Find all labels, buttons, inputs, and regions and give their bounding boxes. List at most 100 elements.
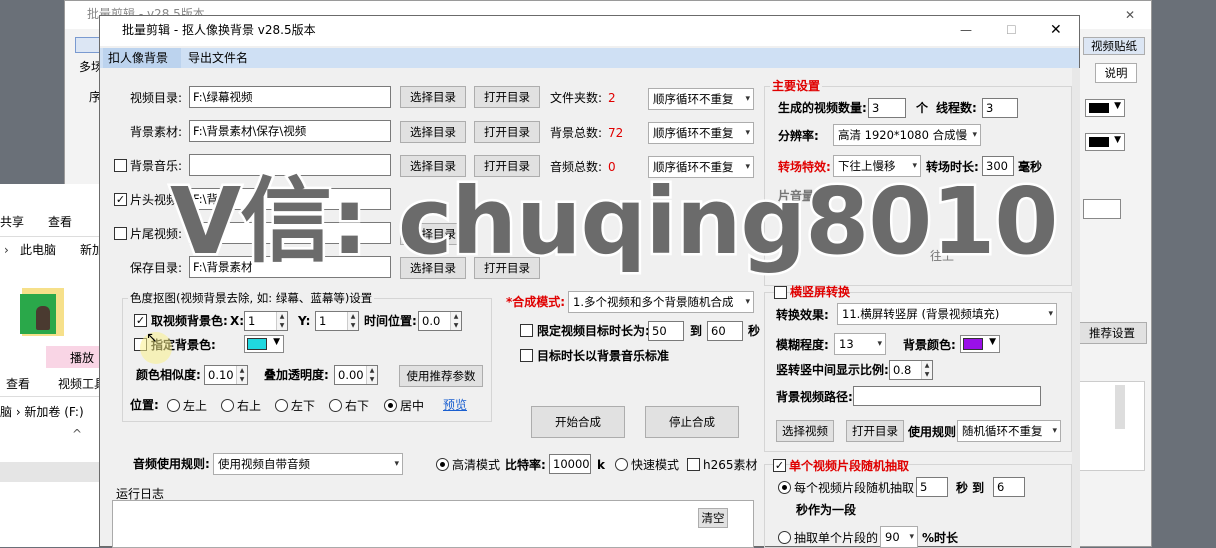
- threads-input[interactable]: 3: [982, 98, 1018, 118]
- breadcrumb2[interactable]: 脑 › 新加卷 (F:): [0, 404, 84, 420]
- single-segment-radio[interactable]: [778, 531, 791, 544]
- maximize-icon[interactable]: ☐: [1006, 22, 1017, 38]
- outro-video-checkbox[interactable]: [114, 227, 127, 240]
- blur-value: 13: [839, 337, 854, 351]
- compose-mode-select[interactable]: 1.多个视频和多个背景随机合成 ▾: [568, 291, 754, 313]
- close-icon[interactable]: ✕: [1050, 22, 1062, 38]
- bitrate-unit: k: [597, 458, 605, 472]
- open-dir-button[interactable]: 打开目录: [846, 420, 904, 442]
- bg-material-open-button[interactable]: 打开目录: [474, 121, 540, 143]
- pos-radio-top-right[interactable]: [221, 399, 234, 412]
- help-label: 说明: [1104, 66, 1128, 80]
- video-dir-choose-button[interactable]: 选择目录: [400, 86, 466, 108]
- spin-arrows-icon[interactable]: ▲ ▼: [366, 366, 377, 384]
- convert-effect-select[interactable]: 11.横屏转竖屏 (背景视频填充) ▾: [837, 303, 1057, 325]
- window-title: 批量剪辑 - 抠人像换背景 v28.5版本: [122, 23, 316, 37]
- audio-rule-select[interactable]: 使用视频自带音频 ▾: [213, 453, 403, 475]
- fixed-bg-color-picker[interactable]: ▼: [244, 335, 284, 353]
- bg-count-value: 72: [608, 126, 624, 140]
- tab-active[interactable]: 扣人像背景: [103, 48, 181, 68]
- clear-log-button[interactable]: 清空: [698, 508, 728, 528]
- ribbon2-view[interactable]: 查看: [6, 376, 30, 392]
- h265-checkbox[interactable]: [687, 458, 700, 471]
- bg-music-standard-checkbox[interactable]: [520, 349, 533, 362]
- limit-to-input[interactable]: 60: [707, 321, 743, 341]
- recommend-settings-button[interactable]: 推荐设置: [1077, 322, 1147, 344]
- intro-video-checkbox[interactable]: ✓: [114, 193, 127, 206]
- resolution-select[interactable]: 高清 1920*1080 合成慢 ▾: [833, 124, 981, 146]
- pos-bottom-left-label: 左下: [291, 399, 316, 413]
- back-input[interactable]: [1083, 199, 1121, 219]
- limit-duration-checkbox[interactable]: [520, 324, 533, 337]
- pos-radio-center[interactable]: [384, 399, 397, 412]
- use-rule-value: 随机循环不重复: [962, 424, 1043, 438]
- use-rule-select[interactable]: 随机循环不重复 ▾: [957, 420, 1061, 442]
- ribbon-play[interactable]: 播放: [70, 350, 94, 366]
- folder-thumbnail[interactable]: [20, 288, 64, 336]
- opacity-spinner[interactable]: 0.00 ▲ ▼: [334, 365, 378, 385]
- spin-arrows-icon[interactable]: ▲ ▼: [347, 312, 358, 330]
- back-list: [1075, 381, 1145, 471]
- log-area[interactable]: [112, 500, 754, 548]
- hd-mode-radio[interactable]: [436, 458, 449, 471]
- chevron-down-icon: ▾: [1052, 426, 1057, 436]
- video-order-select[interactable]: 顺序循环不重复 ▾: [648, 88, 754, 110]
- back-color-picker-2[interactable]: ▼: [1085, 133, 1125, 151]
- bitrate-input[interactable]: 10000: [549, 454, 591, 474]
- segment-checkbox[interactable]: ✓: [773, 459, 786, 472]
- spin-arrows-icon[interactable]: ▲ ▼: [921, 361, 932, 379]
- video-dir-open-button[interactable]: 打开目录: [474, 86, 540, 108]
- similarity-spinner[interactable]: 0.10 ▲ ▼: [204, 365, 248, 385]
- segment-from-input[interactable]: 5: [916, 477, 948, 497]
- pos-radio-bottom-right[interactable]: [329, 399, 342, 412]
- stop-compose-button[interactable]: 停止合成: [645, 406, 739, 438]
- percent-select[interactable]: 90 ▾: [880, 526, 918, 548]
- ribbon-view[interactable]: 查看: [48, 214, 72, 230]
- back-close-icon[interactable]: ✕: [1125, 7, 1135, 23]
- video-sticker-button[interactable]: 视频贴纸: [1083, 37, 1145, 55]
- take-bg-checkbox[interactable]: ✓: [134, 314, 147, 327]
- preview-link[interactable]: 预览: [443, 397, 467, 413]
- limit-from-input[interactable]: 50: [648, 321, 684, 341]
- bg-material-choose-button[interactable]: 选择目录: [400, 121, 466, 143]
- fast-mode-radio[interactable]: [615, 458, 628, 471]
- choose-video-button[interactable]: 选择视频: [776, 420, 834, 442]
- spin-arrows-icon[interactable]: ▲ ▼: [236, 366, 247, 384]
- take-bg-label: 取视频背景色:: [151, 314, 228, 328]
- y-spinner[interactable]: 1 ▲ ▼: [315, 311, 359, 331]
- main-settings-title: 主要设置: [770, 78, 823, 94]
- bg-video-path-input[interactable]: [853, 386, 1041, 406]
- segment-to-input[interactable]: 6: [993, 477, 1025, 497]
- ratio-spinner[interactable]: 0.8 ▲ ▼: [889, 360, 933, 380]
- spin-arrows-icon[interactable]: ▲ ▼: [450, 312, 461, 330]
- back-scrollbar[interactable]: [1115, 385, 1125, 429]
- gen-count-unit: 个: [916, 101, 929, 115]
- minimize-icon[interactable]: —: [960, 22, 972, 38]
- ribbon-share[interactable]: 共享: [0, 214, 24, 230]
- pos-radio-top-left[interactable]: [167, 399, 180, 412]
- back-color-picker-1[interactable]: ▼: [1085, 99, 1125, 117]
- chevron-down-icon: ▾: [877, 339, 882, 349]
- breadcrumb-pc[interactable]: 此电脑: [20, 242, 56, 258]
- bg-music-checkbox[interactable]: [114, 159, 127, 172]
- time-spinner[interactable]: 0.0 ▲ ▼: [418, 311, 462, 331]
- video-dir-input[interactable]: F:\绿幕视频: [189, 86, 391, 108]
- ratio-label: 竖转竖中间显示比例:: [776, 363, 889, 377]
- x-value: 1: [248, 314, 256, 328]
- blur-select[interactable]: 13 ▾: [834, 333, 886, 355]
- start-compose-button[interactable]: 开始合成: [531, 406, 625, 438]
- tab-export[interactable]: 导出文件名: [184, 48, 254, 68]
- gen-count-input[interactable]: 3: [868, 98, 906, 118]
- explorer-selected-row[interactable]: [0, 462, 100, 482]
- window-scrollbar[interactable]: [1072, 68, 1080, 548]
- use-recommended-button[interactable]: 使用推荐参数: [399, 365, 483, 387]
- bg-order-select[interactable]: 顺序循环不重复 ▾: [648, 122, 754, 144]
- sort-chevron-up-icon[interactable]: ^: [72, 426, 82, 442]
- pos-radio-bottom-left[interactable]: [275, 399, 288, 412]
- spin-arrows-icon[interactable]: ▲ ▼: [276, 312, 287, 330]
- help-button[interactable]: 说明: [1095, 63, 1137, 83]
- each-segment-radio[interactable]: [778, 481, 791, 494]
- bg-material-input[interactable]: F:\背景素材\保存\视频: [189, 120, 391, 142]
- x-spinner[interactable]: 1 ▲ ▼: [244, 311, 288, 331]
- bg-color-picker[interactable]: ▼: [960, 335, 1000, 353]
